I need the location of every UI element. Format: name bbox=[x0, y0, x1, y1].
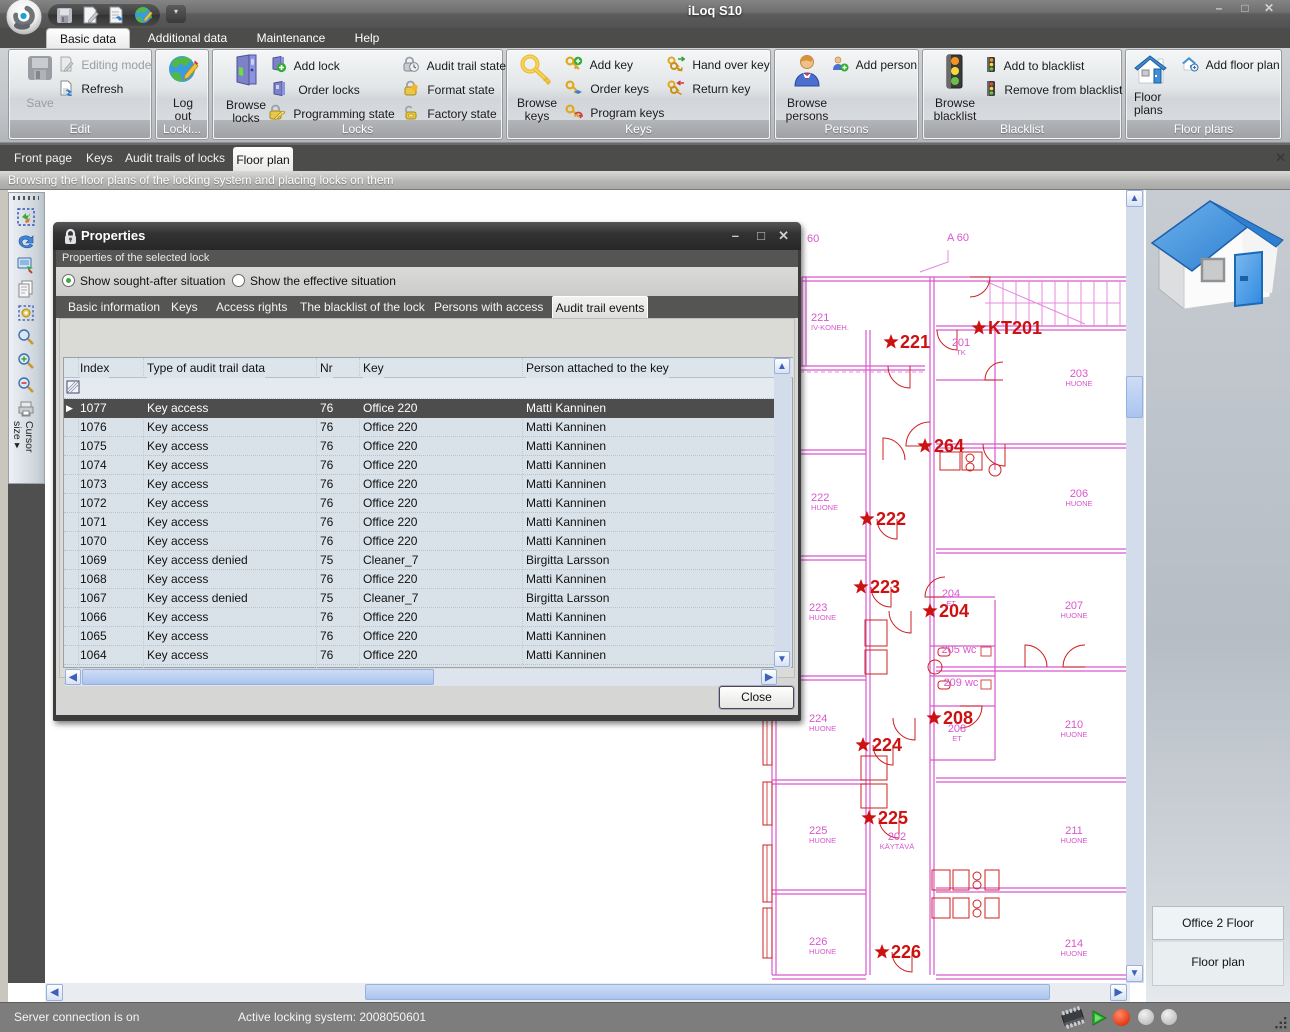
svg-text:226: 226 bbox=[891, 942, 921, 962]
svg-text:HUONE: HUONE bbox=[809, 947, 836, 956]
svg-text:KT201: KT201 bbox=[988, 318, 1042, 338]
svg-text:ET: ET bbox=[952, 734, 962, 743]
svg-text:HUONE: HUONE bbox=[1065, 379, 1092, 388]
svg-text:HUONE: HUONE bbox=[1060, 836, 1087, 845]
svg-text:TK: TK bbox=[956, 348, 966, 357]
svg-text:HUONE: HUONE bbox=[811, 503, 838, 512]
svg-text:HUONE: HUONE bbox=[1060, 730, 1087, 739]
svg-text:HUONE: HUONE bbox=[809, 724, 836, 733]
svg-text:209 wc: 209 wc bbox=[944, 677, 979, 689]
svg-text:221: 221 bbox=[900, 332, 930, 352]
svg-text:KÄYTÄVÄ: KÄYTÄVÄ bbox=[880, 842, 915, 851]
svg-text:HUONE: HUONE bbox=[809, 836, 836, 845]
svg-text:225: 225 bbox=[878, 808, 908, 828]
svg-text:HUONE: HUONE bbox=[1060, 611, 1087, 620]
svg-text:224: 224 bbox=[872, 735, 902, 755]
svg-text:HUONE: HUONE bbox=[1060, 949, 1087, 958]
svg-text:HUONE: HUONE bbox=[1065, 499, 1092, 508]
svg-text:223: 223 bbox=[870, 577, 900, 597]
svg-text:A 60: A 60 bbox=[947, 232, 969, 244]
svg-text:205 wc: 205 wc bbox=[942, 644, 977, 656]
svg-text:ET: ET bbox=[946, 599, 956, 608]
svg-text:HUONE: HUONE bbox=[809, 613, 836, 622]
svg-text:222: 222 bbox=[876, 509, 906, 529]
svg-text:264: 264 bbox=[934, 436, 964, 456]
svg-text:IV-KONEH.: IV-KONEH. bbox=[811, 323, 849, 332]
svg-text:60: 60 bbox=[807, 233, 819, 245]
